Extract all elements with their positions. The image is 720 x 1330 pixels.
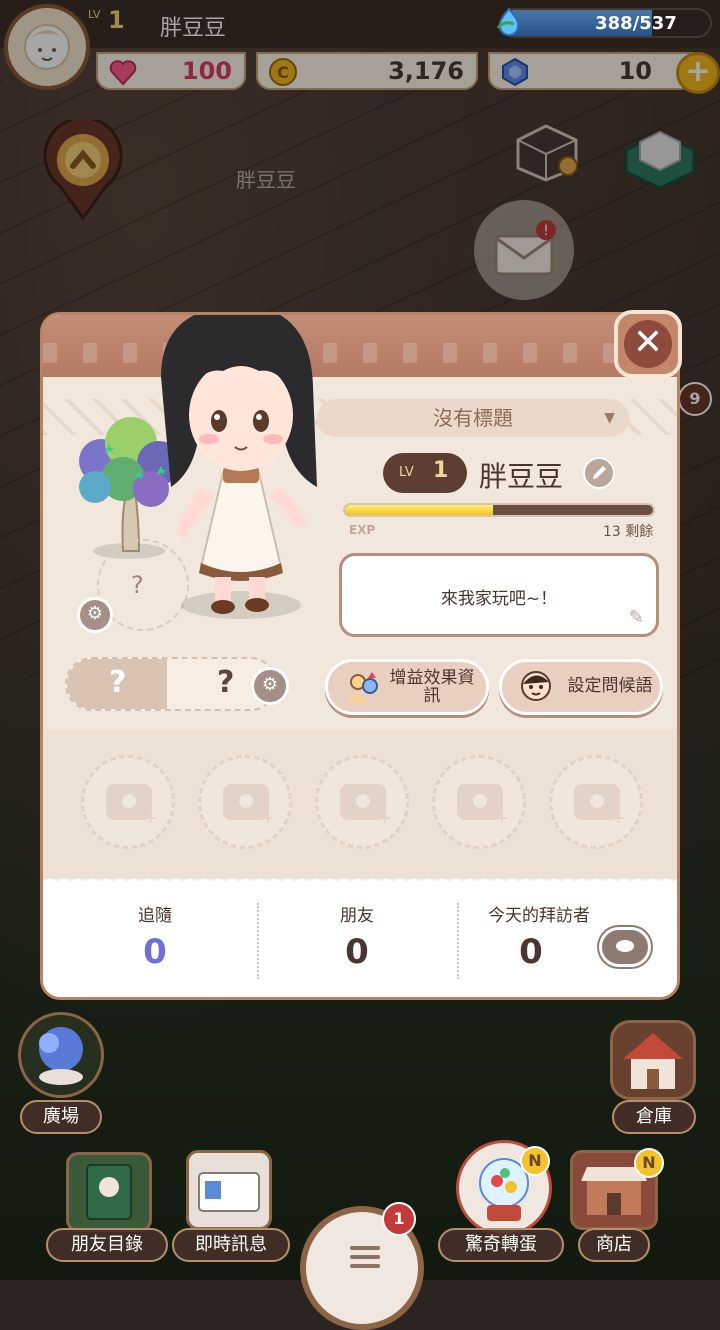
age-settings-gear-icon[interactable]: ⚙ — [251, 667, 289, 705]
lens-icon — [352, 790, 374, 812]
close-icon: ✕ — [624, 320, 672, 368]
friend-list-button[interactable]: 朋友目錄 — [46, 1228, 168, 1262]
greeting-edit-pencil-icon[interactable]: ✎ — [629, 607, 644, 628]
edit-name-pencil-icon[interactable] — [583, 457, 615, 489]
hud-exp-bar: 388/537 — [500, 8, 712, 38]
stats-panel: 追隨 0 朋友 0 今天的拜訪者 0 — [43, 881, 677, 997]
photo-slot-1[interactable]: + — [81, 755, 175, 849]
lens-icon — [469, 790, 491, 812]
plus-icon: + — [261, 808, 275, 827]
plaza-button[interactable]: 廣場 — [20, 1100, 102, 1134]
title-dropdown-value: 沒有標題 — [433, 406, 513, 430]
plus-icon: + — [495, 808, 509, 827]
profile-exp-fill — [345, 505, 493, 515]
followers-stat[interactable]: 追隨 0 — [55, 901, 255, 972]
chevron-down-icon — [616, 940, 634, 952]
photo-slot-4[interactable]: + — [432, 755, 526, 849]
profile-dialog: ? ⚙ 沒有標題 ▼ LV 1 胖豆豆 EXP 13 剩餘 來我家玩吧~！ ✎ … — [40, 312, 680, 1000]
book-icon — [86, 1164, 132, 1220]
exp-label: EXP — [349, 523, 376, 537]
warehouse-icon[interactable] — [610, 1020, 696, 1100]
greeting-face-icon — [521, 671, 551, 701]
plus-icon: + — [612, 808, 626, 827]
photo-slot-5[interactable]: + — [549, 755, 643, 849]
menu-notification-badge: 1 — [382, 1202, 416, 1236]
greeting-text: 來我家玩吧~！ — [440, 589, 558, 609]
friends-label: 朋友 — [340, 906, 374, 926]
lens-icon — [118, 790, 140, 812]
shop-new-badge: N — [634, 1148, 664, 1178]
card-icon — [198, 1172, 260, 1212]
pet-settings-gear-icon[interactable]: ⚙ — [77, 597, 113, 633]
lens-icon — [235, 790, 257, 812]
age-value: ? — [217, 665, 235, 700]
house-icon — [623, 1033, 683, 1089]
profile-name: 胖豆豆 — [479, 460, 564, 493]
photo-slot-2[interactable]: + — [198, 755, 292, 849]
profile-level-badge: LV 1 — [383, 453, 467, 493]
dropdown-arrow-icon: ▼ — [604, 410, 615, 426]
water-drop-icon — [496, 7, 520, 36]
gender-value: ? — [109, 665, 127, 700]
lens-icon — [586, 790, 608, 812]
close-dialog-button[interactable]: ✕ — [614, 310, 682, 378]
blue-tree-icon — [39, 1027, 83, 1085]
gender-age-field[interactable]: ? ? 歲 — [65, 657, 277, 711]
player-character — [161, 315, 317, 619]
followers-value: 0 — [143, 932, 167, 972]
set-greeting-label: 設定問候語 — [567, 676, 653, 696]
shop-button[interactable]: 商店 — [578, 1228, 650, 1262]
exp-remaining: 13 剩餘 — [603, 524, 654, 540]
hud-exp-text: 388/537 — [595, 13, 677, 34]
gender-icon[interactable]: ? — [67, 659, 167, 709]
followers-label: 追隨 — [138, 906, 172, 926]
plaza-tree-icon[interactable] — [18, 1012, 104, 1098]
friend-list-book-icon[interactable] — [66, 1152, 152, 1232]
profile-exp-bar — [343, 503, 655, 517]
plus-icon: + — [378, 808, 392, 827]
title-dropdown[interactable]: 沒有標題 ▼ — [317, 399, 629, 437]
pencil-icon — [593, 466, 606, 479]
gacha-new-badge: N — [520, 1146, 550, 1176]
menu-bars-icon — [350, 1246, 380, 1250]
instant-message-button[interactable]: 即時訊息 — [172, 1228, 290, 1262]
photo-slot-3[interactable]: + — [315, 755, 409, 849]
warehouse-button[interactable]: 倉庫 — [612, 1100, 696, 1134]
set-greeting-button[interactable]: 設定問候語 — [499, 659, 663, 715]
greeting-bubble[interactable]: 來我家玩吧~！ ✎ — [339, 553, 659, 637]
gacha-button[interactable]: 驚奇轉蛋 — [438, 1228, 564, 1262]
profile-level-number: 1 — [433, 458, 449, 483]
buff-info-label: 增益效果資訊 — [389, 668, 475, 706]
visitors-label: 今天的拜訪者 — [488, 906, 590, 926]
visitors-expand-button[interactable] — [599, 927, 651, 967]
instant-message-icon[interactable] — [186, 1150, 272, 1230]
plus-icon: + — [144, 808, 158, 827]
buff-people-icon — [348, 672, 378, 702]
buff-info-button[interactable]: 增益效果資訊 — [325, 659, 489, 715]
profile-level-tag: LV — [399, 465, 414, 480]
